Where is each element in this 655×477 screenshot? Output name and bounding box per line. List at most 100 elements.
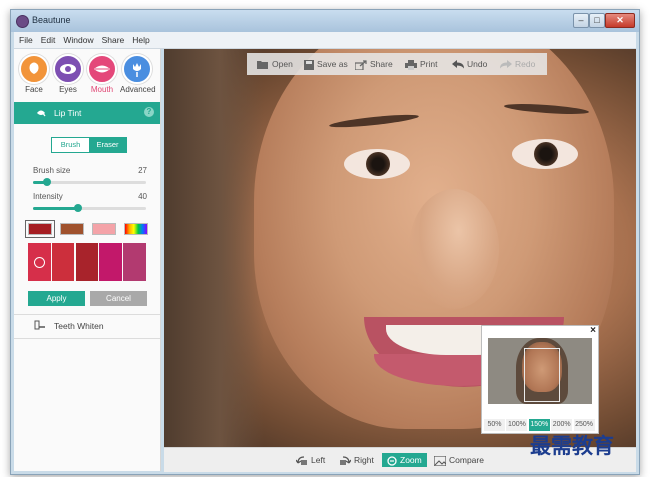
brush-size-handle[interactable] (42, 178, 51, 186)
file-toolbar: Open Save as Share Print Undo Redo (247, 53, 547, 75)
compare-label: Compare (449, 455, 484, 465)
brush-eraser-toggle: Brush Eraser (51, 137, 127, 153)
intensity-handle[interactable] (74, 204, 83, 212)
photo-left-brow (328, 112, 420, 130)
app-logo-icon (16, 15, 29, 28)
category-advanced-label: Advanced (120, 85, 156, 94)
divider (14, 338, 160, 339)
rotate-left-icon (296, 456, 307, 466)
redo-label: Redo (515, 59, 536, 69)
save-as-button[interactable]: Save as (304, 53, 348, 75)
undo-label: Undo (467, 59, 488, 69)
save-icon (304, 59, 314, 70)
print-label: Print (420, 59, 438, 69)
zoom-button[interactable]: Zoom (382, 453, 427, 467)
lip-tint-title: Lip Tint (54, 108, 82, 118)
navigator-viewport[interactable] (524, 348, 560, 402)
tools-panel: Face Eyes Mouth Advanced Lip Tint ? Brus… (14, 49, 161, 471)
color-palette (28, 243, 146, 281)
photo-right-brow (503, 102, 590, 116)
lip-tint-header[interactable]: Lip Tint ? (14, 102, 160, 124)
title-bar[interactable]: Beautune – □ ✕ (11, 10, 639, 32)
zoom-50[interactable]: 50% (484, 419, 505, 431)
photo-hair (164, 49, 264, 447)
teeth-whiten-label: Teeth Whiten (54, 321, 104, 331)
zoom-label: Zoom (400, 455, 422, 465)
brush-mode-button[interactable]: Brush (52, 138, 89, 152)
category-advanced[interactable]: Advanced (120, 54, 156, 94)
category-mouth-label: Mouth (90, 85, 114, 94)
menu-window[interactable]: Window (59, 32, 97, 48)
compare-image-icon (434, 455, 446, 466)
menu-file[interactable]: File (14, 32, 37, 48)
intensity-slider[interactable] (33, 204, 146, 212)
rotate-right-button[interactable]: Right (339, 448, 374, 472)
tulip-icon (122, 54, 152, 84)
menu-edit[interactable]: Edit (37, 32, 60, 48)
printer-icon (405, 59, 417, 70)
window-title: Beautune (32, 15, 71, 25)
photo-canvas[interactable]: Open Save as Share Print Undo Redo × 50%… (164, 49, 636, 447)
help-icon[interactable]: ? (144, 107, 154, 117)
rotate-left-button[interactable]: Left (296, 448, 325, 472)
brush-size-slider[interactable] (33, 178, 146, 186)
menu-share[interactable]: Share (98, 32, 129, 48)
palette-color-4[interactable] (99, 243, 122, 281)
category-eyes-label: Eyes (59, 85, 77, 94)
photo-right-eye (512, 139, 578, 169)
brush-size-value: 27 (138, 166, 147, 175)
intensity-fill (33, 207, 79, 210)
tooth-brush-icon (34, 320, 45, 330)
palette-color-3[interactable] (75, 243, 99, 281)
lips-icon (87, 54, 117, 84)
intensity-value: 40 (138, 192, 147, 201)
share-label: Share (370, 59, 393, 69)
redo-button[interactable]: Redo (500, 53, 535, 75)
color-swatch-pink[interactable] (92, 223, 116, 235)
teeth-whiten-tool[interactable]: Teeth Whiten (14, 315, 160, 337)
cancel-button[interactable]: Cancel (90, 291, 147, 306)
zoom-icon (387, 456, 397, 466)
face-icon (19, 54, 49, 84)
share-icon (355, 60, 367, 70)
category-eyes[interactable]: Eyes (51, 54, 85, 94)
rotate-right-label: Right (354, 455, 374, 465)
maximize-button[interactable]: □ (589, 13, 605, 28)
palette-color-2[interactable] (51, 243, 75, 281)
brush-size-label: Brush size (33, 166, 71, 175)
minimize-button[interactable]: – (573, 13, 589, 28)
apply-button[interactable]: Apply (28, 291, 85, 306)
redo-arrow-icon (500, 60, 512, 69)
eraser-mode-button[interactable]: Eraser (89, 138, 126, 152)
save-as-label: Save as (317, 59, 348, 69)
color-swatch-rainbow[interactable] (124, 223, 148, 235)
selected-ring-icon (34, 257, 45, 268)
print-button[interactable]: Print (405, 53, 437, 75)
photo-left-eye (344, 149, 410, 179)
intensity-label: Intensity (33, 192, 63, 201)
share-button[interactable]: Share (355, 53, 393, 75)
rotate-right-icon (340, 456, 351, 466)
close-window-button[interactable]: ✕ (605, 13, 635, 28)
undo-arrow-icon (452, 60, 464, 69)
watermark-text: 最需教育 (530, 433, 614, 458)
category-mouth[interactable]: Mouth (85, 54, 119, 94)
color-swatch-brown[interactable] (60, 223, 84, 235)
undo-button[interactable]: Undo (452, 53, 487, 75)
lip-brush-icon (37, 110, 46, 117)
open-label: Open (272, 59, 293, 69)
palette-color-5[interactable] (123, 243, 146, 281)
photo-nose (409, 189, 499, 309)
palette-color-1[interactable] (28, 243, 51, 281)
folder-icon (257, 61, 268, 70)
category-face[interactable]: Face (17, 54, 51, 94)
navigator-thumbnail[interactable] (488, 338, 592, 404)
eye-icon (53, 54, 83, 84)
navigator-close-icon[interactable]: × (590, 325, 596, 336)
compare-button[interactable]: Compare (434, 448, 484, 472)
color-swatch-dark-red[interactable] (25, 220, 55, 238)
open-button[interactable]: Open (257, 53, 293, 75)
menu-help[interactable]: Help (128, 32, 153, 48)
zoom-100[interactable]: 100% (506, 419, 528, 431)
navigator-panel: × 50% 100% 150% 200% 250% (481, 325, 599, 434)
